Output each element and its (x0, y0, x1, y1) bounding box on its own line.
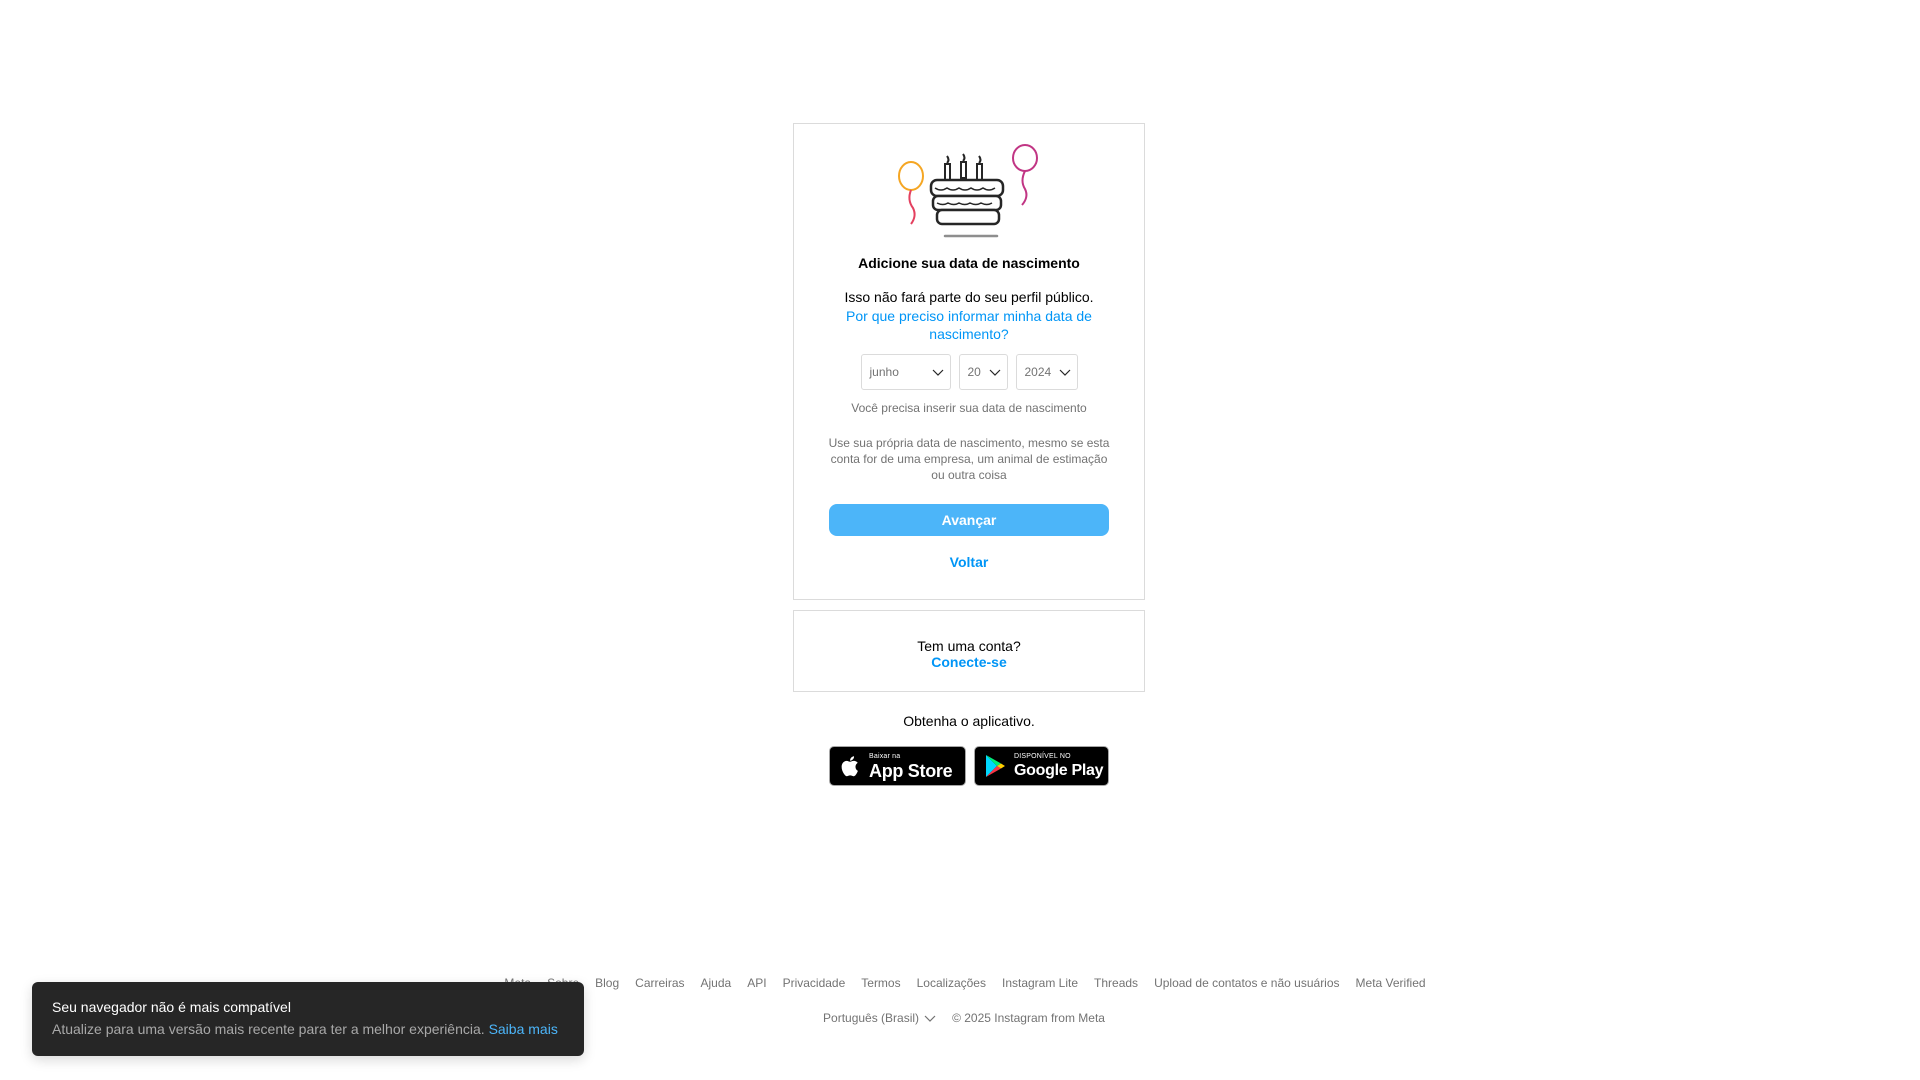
chevron-down-icon (932, 369, 943, 376)
footer-link-locations[interactable]: Localizações (917, 976, 986, 990)
app-store-big-label: App Store (869, 760, 953, 781)
back-link[interactable]: Voltar (794, 554, 1144, 570)
language-value: Português (Brasil) (823, 1011, 920, 1025)
privacy-note: Isso não fará parte do seu perfil públic… (844, 289, 1094, 305)
footer-link-meta-verified[interactable]: Meta Verified (1356, 976, 1426, 990)
day-select-value: 20 (967, 365, 981, 379)
birthday-selects: junho 20 2024 (794, 354, 1144, 390)
browser-unsupported-toast: Seu navegador não é mais compatível Atua… (32, 982, 584, 1056)
footer-link-api[interactable]: API (747, 976, 766, 990)
day-select[interactable]: 20 (958, 354, 1008, 390)
login-card: Tem uma conta? Conecte-se (793, 610, 1145, 692)
footer-link-instagram-lite[interactable]: Instagram Lite (1002, 976, 1078, 990)
footer-link-contact-upload[interactable]: Upload de contatos e não usuários (1154, 976, 1339, 990)
chevron-down-icon (1059, 369, 1070, 376)
birthday-note: Use sua própria data de nascimento, mesm… (828, 436, 1110, 482)
apple-icon (841, 756, 858, 777)
google-play-text: DISPONÍVEL NO Google Play (1014, 752, 1103, 781)
copyright: © 2025 Instagram from Meta (952, 1011, 1105, 1025)
google-play-big-label: Google Play (1014, 761, 1104, 779)
google-play-icon (986, 755, 1005, 777)
why-birthday-link[interactable]: Por que preciso informar minha data de n… (839, 307, 1099, 343)
year-select-value: 2024 (1024, 365, 1052, 379)
month-select[interactable]: junho (860, 354, 951, 390)
footer-link-careers[interactable]: Carreiras (635, 976, 684, 990)
get-app-label: Obtenha o aplicativo. (903, 713, 1035, 729)
app-store-button[interactable]: Baixar na App Store (829, 746, 966, 786)
footer-link-privacy[interactable]: Privacidade (783, 976, 846, 990)
birthday-card: Adicione sua data de nascimento Isso não… (793, 123, 1145, 600)
signup-column: Adicione sua data de nascimento Isso não… (793, 123, 1145, 786)
learn-more-link[interactable]: Saiba mais (489, 1021, 558, 1037)
page-title: Adicione sua data de nascimento (858, 255, 1080, 271)
birthday-hint: Você precisa inserir sua data de nascime… (851, 401, 1087, 415)
app-store-small-label: Baixar na (869, 752, 901, 760)
login-link[interactable]: Conecte-se (794, 654, 1144, 670)
google-play-button[interactable]: DISPONÍVEL NO Google Play (974, 746, 1109, 786)
month-select-value: junho (869, 365, 899, 379)
chevron-down-icon (924, 1015, 936, 1022)
year-select[interactable]: 2024 (1015, 354, 1078, 390)
footer-link-help[interactable]: Ajuda (701, 976, 732, 990)
chevron-down-icon (989, 369, 1000, 376)
google-play-small-label: DISPONÍVEL NO (1014, 752, 1071, 760)
footer-link-threads[interactable]: Threads (1094, 976, 1138, 990)
toast-title: Seu navegador não é mais compatível (52, 999, 291, 1015)
have-account-text: Tem uma conta? (917, 638, 1021, 654)
toast-body: Atualize para uma versão mais recente pa… (52, 1020, 564, 1038)
birthday-cake-icon (898, 144, 1038, 238)
language-select[interactable]: Português (Brasil) (823, 1011, 936, 1025)
footer-link-terms[interactable]: Termos (861, 976, 900, 990)
toast-body-text: Atualize para uma versão mais recente pa… (52, 1021, 485, 1037)
footer-link-blog[interactable]: Blog (595, 976, 619, 990)
store-badges: Baixar na App Store DISPONÍVEL NO Google… (793, 746, 1145, 786)
app-store-text: Baixar na App Store (869, 752, 953, 781)
next-button[interactable]: Avançar (829, 504, 1109, 536)
